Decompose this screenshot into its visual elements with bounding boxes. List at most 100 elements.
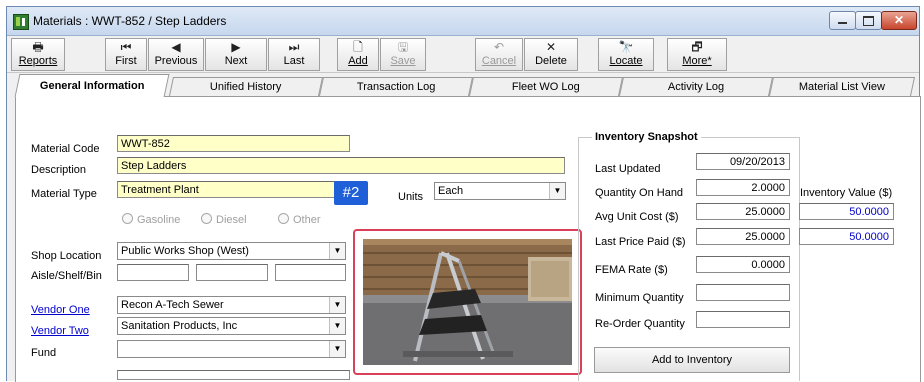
next-button[interactable]: ▶ Next xyxy=(205,38,267,71)
gasoline-label: Gasoline xyxy=(137,214,181,226)
description-label: Description xyxy=(31,164,87,176)
tab-material-list-view[interactable]: Material List View xyxy=(768,77,916,96)
extra-field[interactable] xyxy=(117,370,350,380)
dropdown-arrow-icon: ▼ xyxy=(329,297,345,313)
reports-label: Reports xyxy=(18,55,58,67)
first-label: First xyxy=(115,55,137,67)
diesel-radio[interactable]: Diesel xyxy=(201,213,247,226)
material-code-field[interactable]: WWT-852 xyxy=(117,135,350,152)
maximize-icon xyxy=(863,16,874,26)
reorder-quantity-label: Re-Order Quantity xyxy=(595,318,685,330)
delete-button[interactable]: ✕ Delete xyxy=(524,38,578,71)
radio-circle-icon xyxy=(278,213,289,224)
vendor-two-link[interactable]: Vendor Two xyxy=(31,325,89,337)
printer-icon: 🖶 xyxy=(32,40,44,54)
minimize-icon xyxy=(838,22,847,24)
avg-unit-cost-label: Avg Unit Cost ($) xyxy=(595,211,679,223)
last-updated-field[interactable]: 09/20/2013 xyxy=(696,153,790,170)
minimize-button[interactable] xyxy=(829,11,856,30)
fema-rate-field[interactable]: 0.0000 xyxy=(696,256,790,273)
previous-button[interactable]: ◀ Previous xyxy=(148,38,204,71)
gasoline-radio[interactable]: Gasoline xyxy=(122,213,180,226)
next-record-icon: ▶ xyxy=(231,40,241,54)
avg-unit-cost-field[interactable]: 25.0000 xyxy=(696,203,790,220)
maximize-button[interactable] xyxy=(855,11,882,30)
close-icon: ✕ xyxy=(893,13,905,27)
tab-strip: General Information Unified History Tran… xyxy=(7,73,919,97)
tab-fleet-wo-log[interactable]: Fleet WO Log xyxy=(468,77,624,96)
cancel-button[interactable]: ↶ Cancel xyxy=(475,38,523,71)
title-bar: Materials : WWT-852 / Step Ladders ✕ xyxy=(7,7,919,36)
other-radio[interactable]: Other xyxy=(278,213,321,226)
binoculars-icon: 🔭 xyxy=(618,40,634,54)
tab-label: Activity Log xyxy=(667,81,725,93)
aisle-shelf-bin-label: Aisle/Shelf/Bin xyxy=(31,270,102,282)
material-photo-frame[interactable] xyxy=(353,229,582,375)
previous-label: Previous xyxy=(154,55,198,67)
last-label: Last xyxy=(283,55,305,67)
shop-location-label: Shop Location xyxy=(31,250,102,262)
dropdown-arrow-icon: ▼ xyxy=(329,341,345,357)
cancel-label: Cancel xyxy=(481,55,517,67)
tab-unified-history[interactable]: Unified History xyxy=(168,77,324,96)
units-label: Units xyxy=(398,191,424,203)
fund-select[interactable]: ▼ xyxy=(117,340,346,358)
add-button[interactable]: 🗋 Add xyxy=(337,38,379,71)
inventory-value-field-2[interactable]: 50.0000 xyxy=(799,228,894,245)
app-icon xyxy=(13,14,29,30)
vendor-two-select[interactable]: Sanitation Products, Inc ▼ xyxy=(117,317,346,335)
minimum-quantity-field[interactable] xyxy=(696,284,790,301)
vendor-one-value: Recon A-Tech Sewer xyxy=(121,299,224,311)
tab-label: General Information xyxy=(39,80,145,92)
last-record-icon: ⏭ xyxy=(288,40,300,54)
dropdown-arrow-icon: ▼ xyxy=(329,243,345,259)
reorder-quantity-field[interactable] xyxy=(696,311,790,328)
window-title: Materials : WWT-852 / Step Ladders xyxy=(33,14,227,28)
radio-circle-icon xyxy=(201,213,212,224)
tab-label: Material List View xyxy=(798,81,885,93)
delete-x-icon: ✕ xyxy=(545,40,557,54)
next-label: Next xyxy=(224,55,248,67)
locate-button[interactable]: 🔭 Locate xyxy=(598,38,654,71)
tab-label: Transaction Log xyxy=(356,81,436,93)
units-select[interactable]: Each ▼ xyxy=(434,182,566,200)
quantity-on-hand-field[interactable]: 2.0000 xyxy=(696,179,790,196)
vendor-two-value: Sanitation Products, Inc xyxy=(121,320,238,332)
units-value: Each xyxy=(438,185,464,197)
inventory-value-field-1[interactable]: 50.0000 xyxy=(799,203,894,220)
tab-transaction-log[interactable]: Transaction Log xyxy=(318,77,474,96)
bin-field[interactable] xyxy=(275,264,346,281)
material-type-field[interactable]: Treatment Plant xyxy=(117,181,350,198)
more-button[interactable]: 🗗 More* xyxy=(667,38,727,71)
vendor-one-link[interactable]: Vendor One xyxy=(31,304,90,316)
last-price-paid-field[interactable]: 25.0000 xyxy=(696,228,790,245)
fund-label: Fund xyxy=(31,347,57,359)
save-button[interactable]: 🖫 Save xyxy=(380,38,426,71)
step-ladder-photo xyxy=(363,239,572,365)
shelf-field[interactable] xyxy=(196,264,268,281)
add-to-inventory-button[interactable]: Add to Inventory xyxy=(594,347,790,373)
add-label: Add xyxy=(348,55,368,67)
shop-location-select[interactable]: Public Works Shop (West) ▼ xyxy=(117,242,346,260)
first-button[interactable]: ⏮ First xyxy=(105,38,147,71)
save-disk-icon: 🖫 xyxy=(397,40,409,54)
toolbar: 🖶 Reports ⏮ First ◀ Previous ▶ Next ⏭ La… xyxy=(7,36,919,73)
vendor-one-select[interactable]: Recon A-Tech Sewer ▼ xyxy=(117,296,346,314)
last-button[interactable]: ⏭ Last xyxy=(268,38,320,71)
previous-record-icon: ◀ xyxy=(171,40,181,54)
diesel-label: Diesel xyxy=(216,214,247,226)
other-label: Other xyxy=(293,214,321,226)
tab-general-information[interactable]: General Information xyxy=(14,74,170,97)
close-button[interactable]: ✕ xyxy=(881,11,917,30)
reports-button[interactable]: 🖶 Reports xyxy=(11,38,65,71)
tab-label: Unified History xyxy=(210,81,282,93)
description-field[interactable]: Step Ladders xyxy=(117,157,565,174)
aisle-field[interactable] xyxy=(117,264,189,281)
undo-icon: ↶ xyxy=(493,40,505,54)
save-label: Save xyxy=(390,55,416,67)
radio-circle-icon xyxy=(122,213,133,224)
last-price-paid-label: Last Price Paid ($) xyxy=(595,236,686,248)
tab-activity-log[interactable]: Activity Log xyxy=(618,77,774,96)
more-label: More* xyxy=(682,55,712,67)
new-document-icon: 🗋 xyxy=(353,40,363,54)
